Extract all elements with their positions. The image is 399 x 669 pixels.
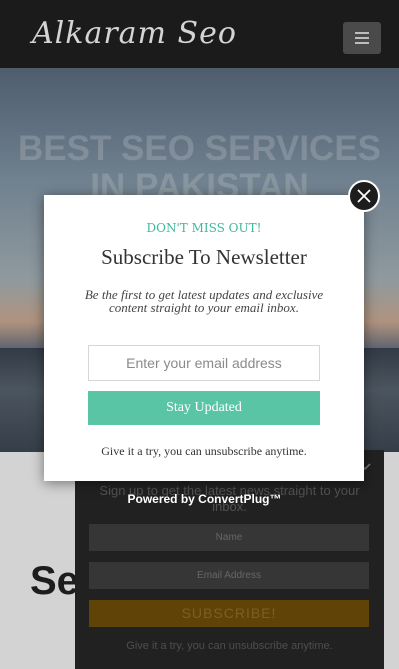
- modal-footer-text: Give it a try, you can unsubscribe anyti…: [101, 444, 307, 458]
- close-icon[interactable]: [348, 180, 380, 212]
- email-input[interactable]: [88, 345, 320, 381]
- powered-by-text: Powered by ConvertPlug™: [127, 492, 282, 506]
- modal-eyebrow: DON'T MISS OUT!: [146, 221, 262, 235]
- modal-description: Be the first to get latest updates and e…: [84, 287, 324, 315]
- modal-title: Subscribe To Newsletter: [101, 245, 307, 269]
- stay-updated-button[interactable]: Stay Updated: [88, 391, 320, 425]
- newsletter-modal: DON'T MISS OUT! Subscribe To Newsletter …: [44, 195, 364, 481]
